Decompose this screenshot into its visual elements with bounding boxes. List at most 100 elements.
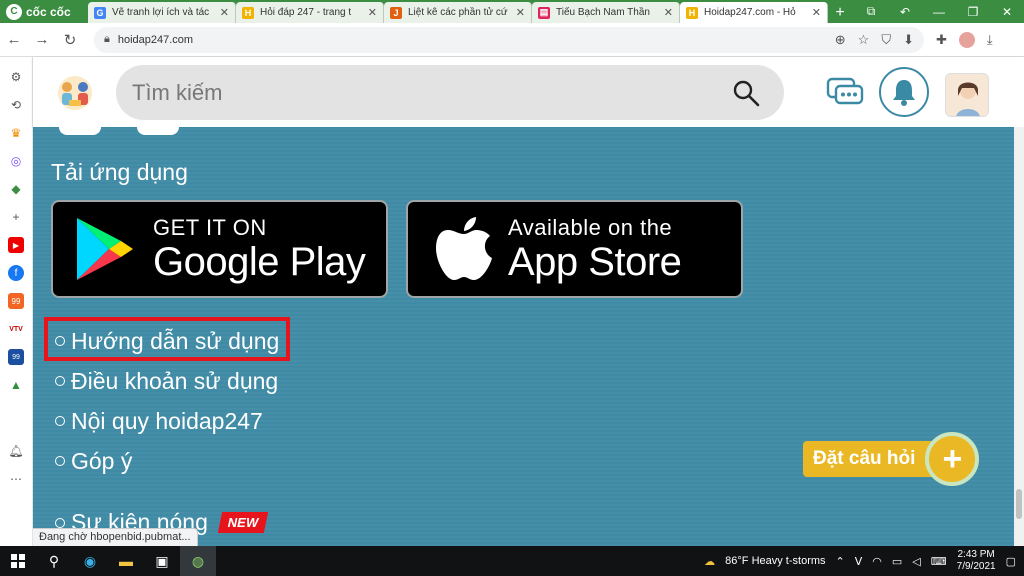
notification-button[interactable] xyxy=(879,67,929,117)
weather-cloud-icon[interactable]: ☁ xyxy=(704,555,715,568)
app-store-button[interactable]: Available on the App Store xyxy=(406,200,743,298)
hoidap247-logo-icon[interactable] xyxy=(53,73,97,113)
search-icon[interactable] xyxy=(732,79,760,107)
chat-icon[interactable] xyxy=(826,75,864,109)
facebook-icon[interactable]: f xyxy=(8,265,24,281)
close-tab-icon[interactable]: ✕ xyxy=(220,6,229,19)
forward-icon[interactable]: → xyxy=(28,31,56,48)
settings-gear-icon[interactable]: ⚙ xyxy=(8,69,24,85)
browser-sidebar: ⚙ ⟲ ♛ ◎ ◆ + ▶ f 99 VTV 99 ▲ 🔔︎ ⋯ xyxy=(0,57,33,546)
new-tab-button[interactable]: + xyxy=(828,2,852,23)
footer-link-noi-quy[interactable]: Nội quy hoidap247 xyxy=(55,401,279,441)
tray-chevron-icon[interactable]: ⌃ xyxy=(836,555,845,568)
coccoc-taskbar-icon[interactable]: ◍ xyxy=(180,546,216,576)
footer-link-dieu-khoan[interactable]: Điều khoản sử dụng xyxy=(55,361,279,401)
battery-icon[interactable]: ▭ xyxy=(892,555,902,568)
tab-title: Liệt kê các phần tử cứ xyxy=(408,7,508,18)
footer-link-gop-y[interactable]: Góp ý xyxy=(55,441,279,481)
social-icon-partial[interactable] xyxy=(137,127,179,135)
footer-link-label[interactable]: Điều khoản sử dụng xyxy=(71,368,278,395)
browser-tab-2[interactable]: J Liệt kê các phần tử cứ ✕ xyxy=(384,2,532,23)
messenger-icon[interactable]: ◎ xyxy=(8,153,24,169)
system-tray: ☁ 86°F Heavy t-storms ⌃ Ⅴ ◠ ▭ ◁ ⌨ 2:43 P… xyxy=(704,546,1024,576)
plus-icon[interactable]: + xyxy=(925,432,980,486)
browser-brand[interactable]: C cốc cốc xyxy=(0,0,88,23)
zoom-icon[interactable]: ⊕ xyxy=(835,32,846,48)
close-window-icon[interactable]: ✕ xyxy=(990,5,1024,19)
highlight-box xyxy=(44,317,290,361)
back-arrow-icon[interactable]: ↶ xyxy=(888,5,922,19)
browser-brand-label: cốc cốc xyxy=(26,4,71,19)
clock[interactable]: 2:43 PM 7/9/2021 xyxy=(957,549,996,573)
browser-tab-1[interactable]: H Hỏi đáp 247 - trang t ✕ xyxy=(236,2,384,23)
bullet-icon xyxy=(55,376,65,386)
omnibox[interactable]: 🔒︎ hoidap247.com ⊕ ☆ ⛉ ⬇ xyxy=(94,26,924,53)
google-play-button[interactable]: GET IT ON Google Play xyxy=(51,200,388,298)
novel-favicon-icon: ▤ xyxy=(538,6,550,19)
crown-icon[interactable]: ♛ xyxy=(8,125,24,141)
profile-avatar-icon[interactable] xyxy=(958,31,975,48)
user-avatar[interactable] xyxy=(945,73,989,117)
toi99-icon[interactable]: 99 xyxy=(8,349,24,365)
scrollbar-thumb[interactable] xyxy=(1016,489,1022,519)
footer-link-label[interactable]: Nội quy hoidap247 xyxy=(71,408,263,435)
bookmark-star-icon[interactable]: ☆ xyxy=(858,32,870,48)
extensions-icon[interactable]: ✚ xyxy=(936,32,947,48)
browser-tab-4-active[interactable]: H Hoidap247.com - Hỏ ✕ xyxy=(680,2,828,23)
avatar-image-icon xyxy=(946,74,988,116)
game-controller-icon[interactable]: ◆ xyxy=(8,181,24,197)
windows-start-icon[interactable] xyxy=(0,546,36,576)
close-tab-icon[interactable]: ✕ xyxy=(664,6,673,19)
close-tab-icon[interactable]: ✕ xyxy=(516,6,525,19)
volume-icon[interactable]: ◁ xyxy=(912,555,920,568)
history-icon[interactable]: ⟲ xyxy=(8,97,24,113)
vpn-icon[interactable]: Ⅴ xyxy=(855,555,863,568)
browser-status-bar: Đang chờ hbopenbid.pubmat... xyxy=(33,528,198,546)
close-tab-icon[interactable]: ✕ xyxy=(812,6,821,19)
address-bar-row: ← → ↻ 🔒︎ hoidap247.com ⊕ ☆ ⛉ ⬇ ✚ ⤓ xyxy=(0,23,1024,57)
hat-icon[interactable]: ▲ xyxy=(8,377,24,393)
ask-question-button[interactable]: Đặt câu hỏi + xyxy=(803,432,980,486)
youtube-icon[interactable]: ▶ xyxy=(8,237,24,253)
more-icon[interactable]: ⋯ xyxy=(8,471,24,487)
lock-icon[interactable]: 🔒︎ xyxy=(104,33,110,46)
downloads-icon[interactable]: ⤓ xyxy=(987,32,993,48)
add-sidebar-icon[interactable]: + xyxy=(8,209,24,225)
j-favicon-icon: J xyxy=(390,6,402,19)
wifi-icon[interactable]: ◠ xyxy=(872,555,882,568)
shield-icon[interactable]: ⛉ xyxy=(881,32,891,48)
url-text[interactable]: hoidap247.com xyxy=(118,34,827,46)
tab-search-icon[interactable]: ⧉ xyxy=(854,4,888,19)
app-store-line2: App Store xyxy=(508,240,682,284)
store-icon[interactable]: ▣ xyxy=(144,546,180,576)
google-play-line2: Google Play xyxy=(153,240,366,284)
site-header xyxy=(33,57,1024,127)
weather-text[interactable]: 86°F Heavy t-storms xyxy=(725,555,825,567)
bell-icon xyxy=(893,80,915,106)
reload-icon[interactable]: ↻ xyxy=(56,31,84,49)
search-taskbar-icon[interactable]: ⚲ xyxy=(36,546,72,576)
social-icon-partial[interactable] xyxy=(59,127,101,135)
tab-title: Tiểu Bạch Nam Thần xyxy=(556,7,650,18)
minimize-icon[interactable]: — xyxy=(922,5,956,19)
close-tab-icon[interactable]: ✕ xyxy=(368,6,377,19)
browser-tab-3[interactable]: ▤ Tiểu Bạch Nam Thần ✕ xyxy=(532,2,680,23)
tab-title: Hỏi đáp 247 - trang t xyxy=(260,7,352,18)
vtv-icon[interactable]: VTV xyxy=(8,321,24,337)
page-scrollbar[interactable] xyxy=(1014,127,1024,546)
back-icon[interactable]: ← xyxy=(0,31,28,48)
footer-link-label[interactable]: Góp ý xyxy=(71,448,132,475)
search-box[interactable] xyxy=(116,65,784,120)
google-play-icon xyxy=(77,218,133,280)
edge-browser-icon[interactable]: ◉ xyxy=(72,546,108,576)
search-input[interactable] xyxy=(132,79,732,106)
new-badge: NEW xyxy=(217,512,269,533)
shop-99-icon[interactable]: 99 xyxy=(8,293,24,309)
keyboard-icon[interactable]: ⌨ xyxy=(931,555,947,568)
notification-center-icon[interactable]: ▢ xyxy=(1006,555,1016,568)
browser-tab-0[interactable]: G Vẽ tranh lợi ích và tác ✕ xyxy=(88,2,236,23)
file-explorer-icon[interactable]: ▬ xyxy=(108,546,144,576)
notification-bell-icon[interactable]: 🔔︎ xyxy=(8,443,24,459)
download-page-icon[interactable]: ⬇ xyxy=(903,32,914,48)
restore-icon[interactable]: ❐ xyxy=(956,5,990,19)
